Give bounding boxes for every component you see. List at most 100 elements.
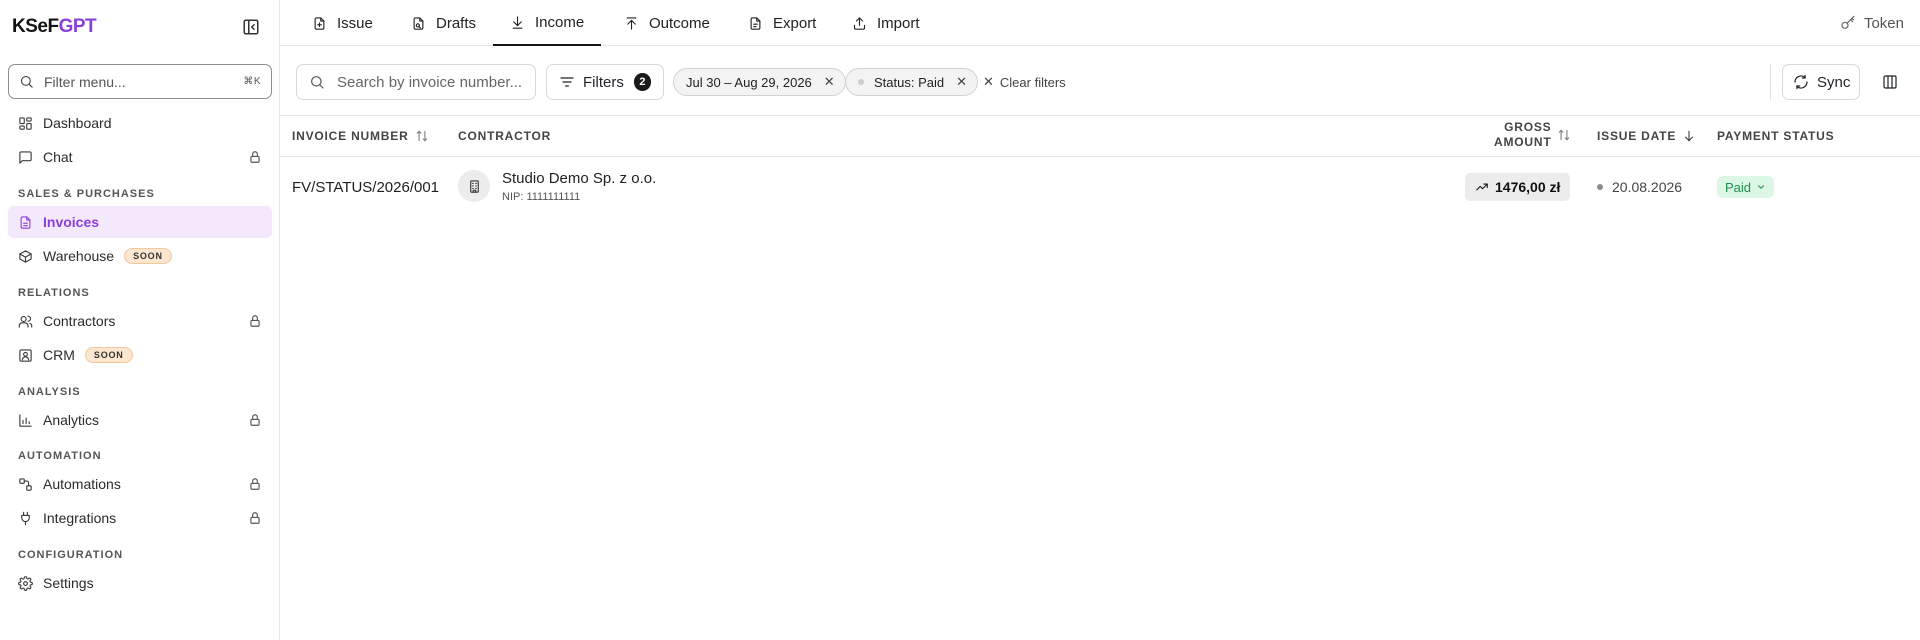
tab-label: Issue xyxy=(337,14,373,32)
sidebar-item-crm[interactable]: CRM SOON xyxy=(8,339,272,371)
search-icon xyxy=(309,74,325,90)
lock-icon xyxy=(248,314,262,328)
tab-issue[interactable]: Issue xyxy=(295,0,390,46)
tab-label: Import xyxy=(877,14,920,32)
filter-menu-field[interactable]: ⌘K xyxy=(8,64,272,99)
status-chip[interactable]: Status: Paid ✕ xyxy=(845,68,979,96)
column-header-issue-date[interactable]: ISSUE DATE xyxy=(1597,129,1696,143)
filters-button[interactable]: Filters 2 xyxy=(546,64,664,100)
tab-export[interactable]: Export xyxy=(731,0,833,46)
section-title-sales: SALES & PURCHASES xyxy=(18,188,155,200)
column-header-label: ISSUE DATE xyxy=(1597,129,1677,143)
sidebar-toggle-icon[interactable] xyxy=(242,18,260,36)
sort-icon xyxy=(415,129,429,143)
download-icon xyxy=(510,15,525,30)
clear-filters-label: Clear filters xyxy=(999,74,1066,90)
chip-label: Jul 30 – Aug 29, 2026 xyxy=(686,74,812,90)
bar-chart-icon xyxy=(18,413,33,428)
sidebar-item-dashboard[interactable]: Dashboard xyxy=(8,107,272,139)
section-title-automation: AUTOMATION xyxy=(18,450,102,462)
invoice-search-field[interactable] xyxy=(296,64,536,100)
sidebar-item-chat[interactable]: Chat xyxy=(8,141,272,173)
sort-icon xyxy=(1557,128,1571,142)
column-header-payment-status[interactable]: PAYMENT STATUS xyxy=(1717,129,1834,143)
token-button[interactable]: Token xyxy=(1840,0,1904,46)
sidebar-item-settings[interactable]: Settings xyxy=(8,567,272,599)
logo-text-suffix: GPT xyxy=(58,16,97,37)
columns-icon xyxy=(1882,74,1898,90)
soon-badge: SOON xyxy=(124,248,172,264)
filters-count-badge: 2 xyxy=(633,73,651,91)
sidebar-item-label: Automations xyxy=(43,476,121,492)
sidebar-item-label: CRM xyxy=(43,347,75,363)
clear-filters-button[interactable]: ✕ Clear filters xyxy=(983,68,1066,96)
workflow-icon xyxy=(18,477,33,492)
sidebar-item-contractors[interactable]: Contractors xyxy=(8,305,272,337)
chat-icon xyxy=(18,150,33,165)
shortcut-hint: ⌘K xyxy=(243,76,261,87)
filter-menu-input[interactable] xyxy=(44,73,244,90)
sidebar-item-automations[interactable]: Automations xyxy=(8,468,272,500)
sidebar: KSeFGPT ⌘K Dashboard Chat SALES & PURCHA… xyxy=(0,0,280,640)
draft-icon xyxy=(411,16,426,31)
box-icon xyxy=(18,249,33,264)
gear-icon xyxy=(18,575,33,591)
filters-label: Filters xyxy=(583,73,624,91)
column-header-gross-amount[interactable]: GROSS AMOUNT xyxy=(1494,120,1571,150)
remove-chip-icon[interactable]: ✕ xyxy=(956,74,967,90)
filter-toolbar: Filters 2 Jul 30 – Aug 29, 2026 ✕ Status… xyxy=(280,46,1920,116)
chevron-down-icon xyxy=(1756,182,1766,192)
column-header-invoice-number[interactable]: INVOICE NUMBER xyxy=(292,129,429,143)
column-header-label: CONTRACTOR xyxy=(458,129,552,143)
tab-drafts[interactable]: Drafts xyxy=(394,0,493,46)
contractor-name[interactable]: Studio Demo Sp. z o.o. xyxy=(502,170,656,187)
toolbar-divider xyxy=(1770,64,1771,100)
sidebar-item-integrations[interactable]: Integrations xyxy=(8,502,272,534)
contractor-nip: NIP: 1111111111 xyxy=(502,191,581,203)
column-header-contractor[interactable]: CONTRACTOR xyxy=(458,129,551,143)
refresh-icon xyxy=(1793,74,1809,90)
sidebar-item-label: Chat xyxy=(43,149,73,165)
sidebar-item-label: Dashboard xyxy=(43,115,112,131)
sidebar-item-warehouse[interactable]: Warehouse SOON xyxy=(8,240,272,272)
file-plus-icon xyxy=(312,16,327,31)
payment-status-value: Paid xyxy=(1725,179,1752,195)
gross-amount-badge: 1476,00 zł xyxy=(1465,173,1571,201)
plug-icon xyxy=(18,511,33,526)
sidebar-item-analytics[interactable]: Analytics xyxy=(8,404,272,436)
close-icon: ✕ xyxy=(983,74,994,89)
tab-label: Outcome xyxy=(649,14,710,32)
sync-button[interactable]: Sync xyxy=(1782,64,1860,100)
sidebar-item-label: Analytics xyxy=(43,412,100,428)
trending-up-icon xyxy=(1475,180,1489,194)
section-title-analysis: ANALYSIS xyxy=(18,386,81,398)
date-range-chip[interactable]: Jul 30 – Aug 29, 2026 ✕ xyxy=(673,68,846,96)
contact-icon xyxy=(18,348,33,363)
section-title-relations: RELATIONS xyxy=(18,287,90,299)
invoice-search-input[interactable] xyxy=(337,73,527,91)
column-header-label: PAYMENT STATUS xyxy=(1717,129,1835,143)
remove-chip-icon[interactable]: ✕ xyxy=(824,74,835,90)
document-icon xyxy=(18,215,33,230)
key-icon xyxy=(1840,15,1856,31)
columns-toggle-button[interactable] xyxy=(1872,64,1908,100)
sidebar-item-label: Warehouse xyxy=(43,248,115,264)
sidebar-item-label: Invoices xyxy=(43,214,100,230)
invoice-tabs: Issue Drafts Income Outcome Export Impor… xyxy=(280,0,1920,46)
dashboard-icon xyxy=(18,116,33,131)
payment-status-dropdown[interactable]: Paid xyxy=(1717,176,1775,198)
tab-income[interactable]: Income xyxy=(493,0,602,46)
logo-text-prefix: KSeF xyxy=(12,16,59,37)
tab-import[interactable]: Import xyxy=(835,0,937,46)
sidebar-item-label: Integrations xyxy=(43,510,117,526)
section-title-configuration: CONFIGURATION xyxy=(18,549,124,561)
invoice-number[interactable]: FV/STATUS/2026/001 xyxy=(292,179,439,196)
app-logo[interactable]: KSeF GPT xyxy=(12,16,97,38)
filter-lines-icon xyxy=(559,74,575,90)
table-row[interactable]: FV/STATUS/2026/001 Studio Demo Sp. z o.o… xyxy=(280,157,1920,215)
tab-outcome[interactable]: Outcome xyxy=(607,0,727,46)
chip-label: Status: Paid xyxy=(874,74,945,90)
building-icon xyxy=(458,170,490,202)
sidebar-item-invoices[interactable]: Invoices xyxy=(8,206,272,238)
upload-icon xyxy=(624,16,639,31)
